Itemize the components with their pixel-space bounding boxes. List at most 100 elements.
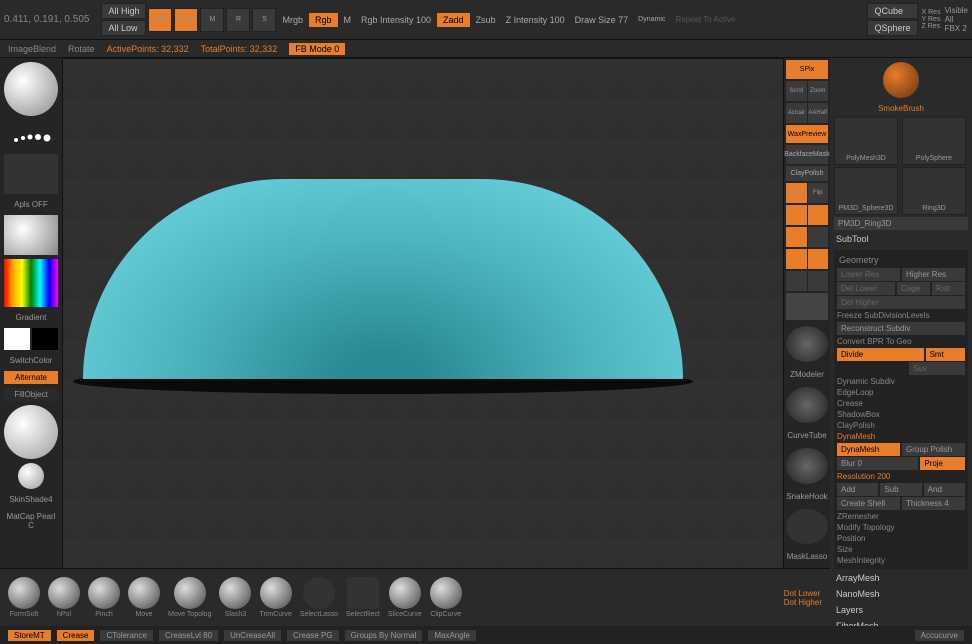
brush-selectlasso[interactable]: SelectLasso xyxy=(300,577,338,618)
dot-lower-label[interactable]: Dot Lower xyxy=(784,589,822,598)
ring3d-thumb[interactable]: Ring3D xyxy=(902,167,966,215)
nav-btn-7[interactable] xyxy=(786,271,807,291)
dynamesh-section-label[interactable]: DynaMesh xyxy=(837,431,965,442)
claypolish-button[interactable]: ClayPolish xyxy=(786,166,828,181)
brush-clipcurve[interactable]: ClipCurve xyxy=(430,577,462,618)
project-button[interactable]: Proje xyxy=(920,457,965,470)
dynamesh-button[interactable]: DynaMesh xyxy=(837,443,900,456)
thickness-slider[interactable]: Thickness 4 xyxy=(902,497,965,510)
curvetube-icon[interactable] xyxy=(786,387,828,423)
gradient-label[interactable]: Gradient xyxy=(4,311,58,324)
size-label[interactable]: Size xyxy=(837,544,965,555)
nav-btn-1[interactable] xyxy=(786,205,807,225)
sub-button[interactable]: Sub xyxy=(880,483,921,496)
spix-button[interactable]: SPix xyxy=(786,60,828,79)
fb-mode-label[interactable]: FB Mode 0 xyxy=(289,43,345,55)
modify-topology-label[interactable]: Modify Topology xyxy=(837,522,965,533)
rgb-button[interactable]: Rgb xyxy=(309,13,338,27)
group-polish-button[interactable]: Group Polish xyxy=(902,443,965,456)
suv-button[interactable]: Suv xyxy=(909,362,965,375)
brush-slash3[interactable]: Slash3 xyxy=(219,577,251,618)
scale-button[interactable]: S xyxy=(252,8,276,32)
convert-label[interactable]: Convert BPR To Geo xyxy=(837,336,965,347)
smokebrush-icon[interactable] xyxy=(883,62,919,98)
lower-res-button[interactable]: Lower Res xyxy=(837,268,900,281)
brush-formsoft[interactable]: FormSoft xyxy=(8,577,40,618)
brush-selectrect[interactable]: SelectRect xyxy=(346,577,380,618)
nav-btn-5[interactable] xyxy=(786,249,807,269)
nav-btn-3[interactable] xyxy=(786,227,807,247)
zremesher-label[interactable]: ZRemesher xyxy=(837,511,965,522)
resolution-slider[interactable]: Resolution 200 xyxy=(837,471,965,482)
qcube-button[interactable]: QCube xyxy=(867,3,917,19)
actual-button[interactable]: Actual xyxy=(786,103,807,123)
claypolish-label[interactable]: ClayPolish xyxy=(837,420,965,431)
smt-button[interactable]: Smt xyxy=(926,348,965,361)
zsub-label[interactable]: Zsub xyxy=(472,15,500,25)
draw-button[interactable]: Draw xyxy=(174,8,198,32)
zmodeler-icon[interactable] xyxy=(786,326,828,362)
del-lower-button[interactable]: Del Lower xyxy=(837,282,895,295)
z-res-label[interactable]: Z Res xyxy=(922,23,941,30)
brush-preview-large[interactable] xyxy=(4,405,58,459)
and-button[interactable]: And xyxy=(924,483,965,496)
polysphere-thumb[interactable]: PolySphere xyxy=(902,117,966,165)
rotate-button[interactable]: R xyxy=(226,8,250,32)
mrgb-label[interactable]: Mrgb xyxy=(278,15,307,25)
layers-section[interactable]: Layers xyxy=(834,603,968,617)
brush-trimcurve[interactable]: TrimCurve xyxy=(259,577,291,618)
move-button[interactable]: M xyxy=(200,8,224,32)
sphere-preview[interactable] xyxy=(4,215,58,255)
cage-button[interactable]: Cage xyxy=(897,282,930,295)
crease-pg-button[interactable]: Crease PG xyxy=(287,630,339,641)
fibermesh-section[interactable]: FiberMesh xyxy=(834,619,968,626)
all-low-button[interactable]: All Low xyxy=(101,20,146,36)
nanomesh-section[interactable]: NanoMesh xyxy=(834,587,968,601)
nav-btn-4[interactable] xyxy=(808,227,829,247)
nav-btn-8[interactable] xyxy=(808,271,829,291)
x-res-label[interactable]: X Res xyxy=(922,9,941,16)
pers-button[interactable]: Pers xyxy=(786,183,807,203)
all-high-button[interactable]: All High xyxy=(101,3,146,19)
rstr-button[interactable]: Rstr xyxy=(932,282,965,295)
arraymesh-section[interactable]: ArrayMesh xyxy=(834,571,968,585)
switchcolor-label[interactable]: SwitchColor xyxy=(4,354,58,367)
waxpreview-button[interactable]: WaxPreview xyxy=(786,125,828,144)
uncreaseall-button[interactable]: UnCreaseAll xyxy=(224,630,281,641)
del-higher-button[interactable]: Del Higher xyxy=(837,296,965,309)
blur-slider[interactable]: Blur 0 xyxy=(837,457,918,470)
m-label[interactable]: M xyxy=(340,15,356,25)
material-swatch[interactable] xyxy=(4,62,58,116)
shadowbox-label[interactable]: ShadowBox xyxy=(837,409,965,420)
freeze-label[interactable]: Freeze SubDivisionLevels xyxy=(837,310,965,321)
pm3d-ring-button[interactable]: PM3D_Ring3D xyxy=(834,217,968,230)
ctolerance-button[interactable]: CTolerance xyxy=(100,630,152,641)
brush-move-topolog[interactable]: Move Topolog xyxy=(168,577,211,618)
rgb-intensity-slider[interactable]: Rgb Intensity 100 xyxy=(357,15,435,25)
meshintegrity-label[interactable]: MeshIntegrity xyxy=(837,555,965,566)
crease-button[interactable]: Crease xyxy=(57,630,95,641)
brush-pinch[interactable]: Pinch xyxy=(88,577,120,618)
edgeloop-label[interactable]: EdgeLoop xyxy=(837,387,965,398)
subtool-section[interactable]: SubTool xyxy=(834,232,968,246)
masklasso-icon[interactable] xyxy=(786,509,828,545)
alternate-button[interactable]: Alternate xyxy=(4,371,58,384)
apls-label[interactable]: Apls OFF xyxy=(4,198,58,211)
geometry-section[interactable]: Geometry xyxy=(837,253,965,267)
maxangle-button[interactable]: MaxAngle xyxy=(428,630,476,641)
position-label[interactable]: Position xyxy=(837,533,965,544)
brush-preview-small[interactable] xyxy=(18,463,44,489)
brush-slicecurve[interactable]: SliceCurve xyxy=(388,577,422,618)
z-intensity-slider[interactable]: Z Intensity 100 xyxy=(502,15,569,25)
accucurve-button[interactable]: Accucurve xyxy=(915,630,964,641)
qsphere-button[interactable]: QSphere xyxy=(867,20,917,36)
scroll-button[interactable]: Scrol xyxy=(786,81,807,101)
snakehook-icon[interactable] xyxy=(786,448,828,484)
groups-button[interactable]: Groups By Normal xyxy=(345,630,423,641)
color-white-swatch[interactable] xyxy=(4,328,30,350)
crease-label[interactable]: Crease xyxy=(837,398,965,409)
nav-btn-2[interactable] xyxy=(808,205,829,225)
storemt-button[interactable]: StoreMT xyxy=(8,630,51,641)
creaselevel-slider[interactable]: CreaseLvl 80 xyxy=(159,630,218,641)
visible-button[interactable]: Visible xyxy=(945,6,968,15)
